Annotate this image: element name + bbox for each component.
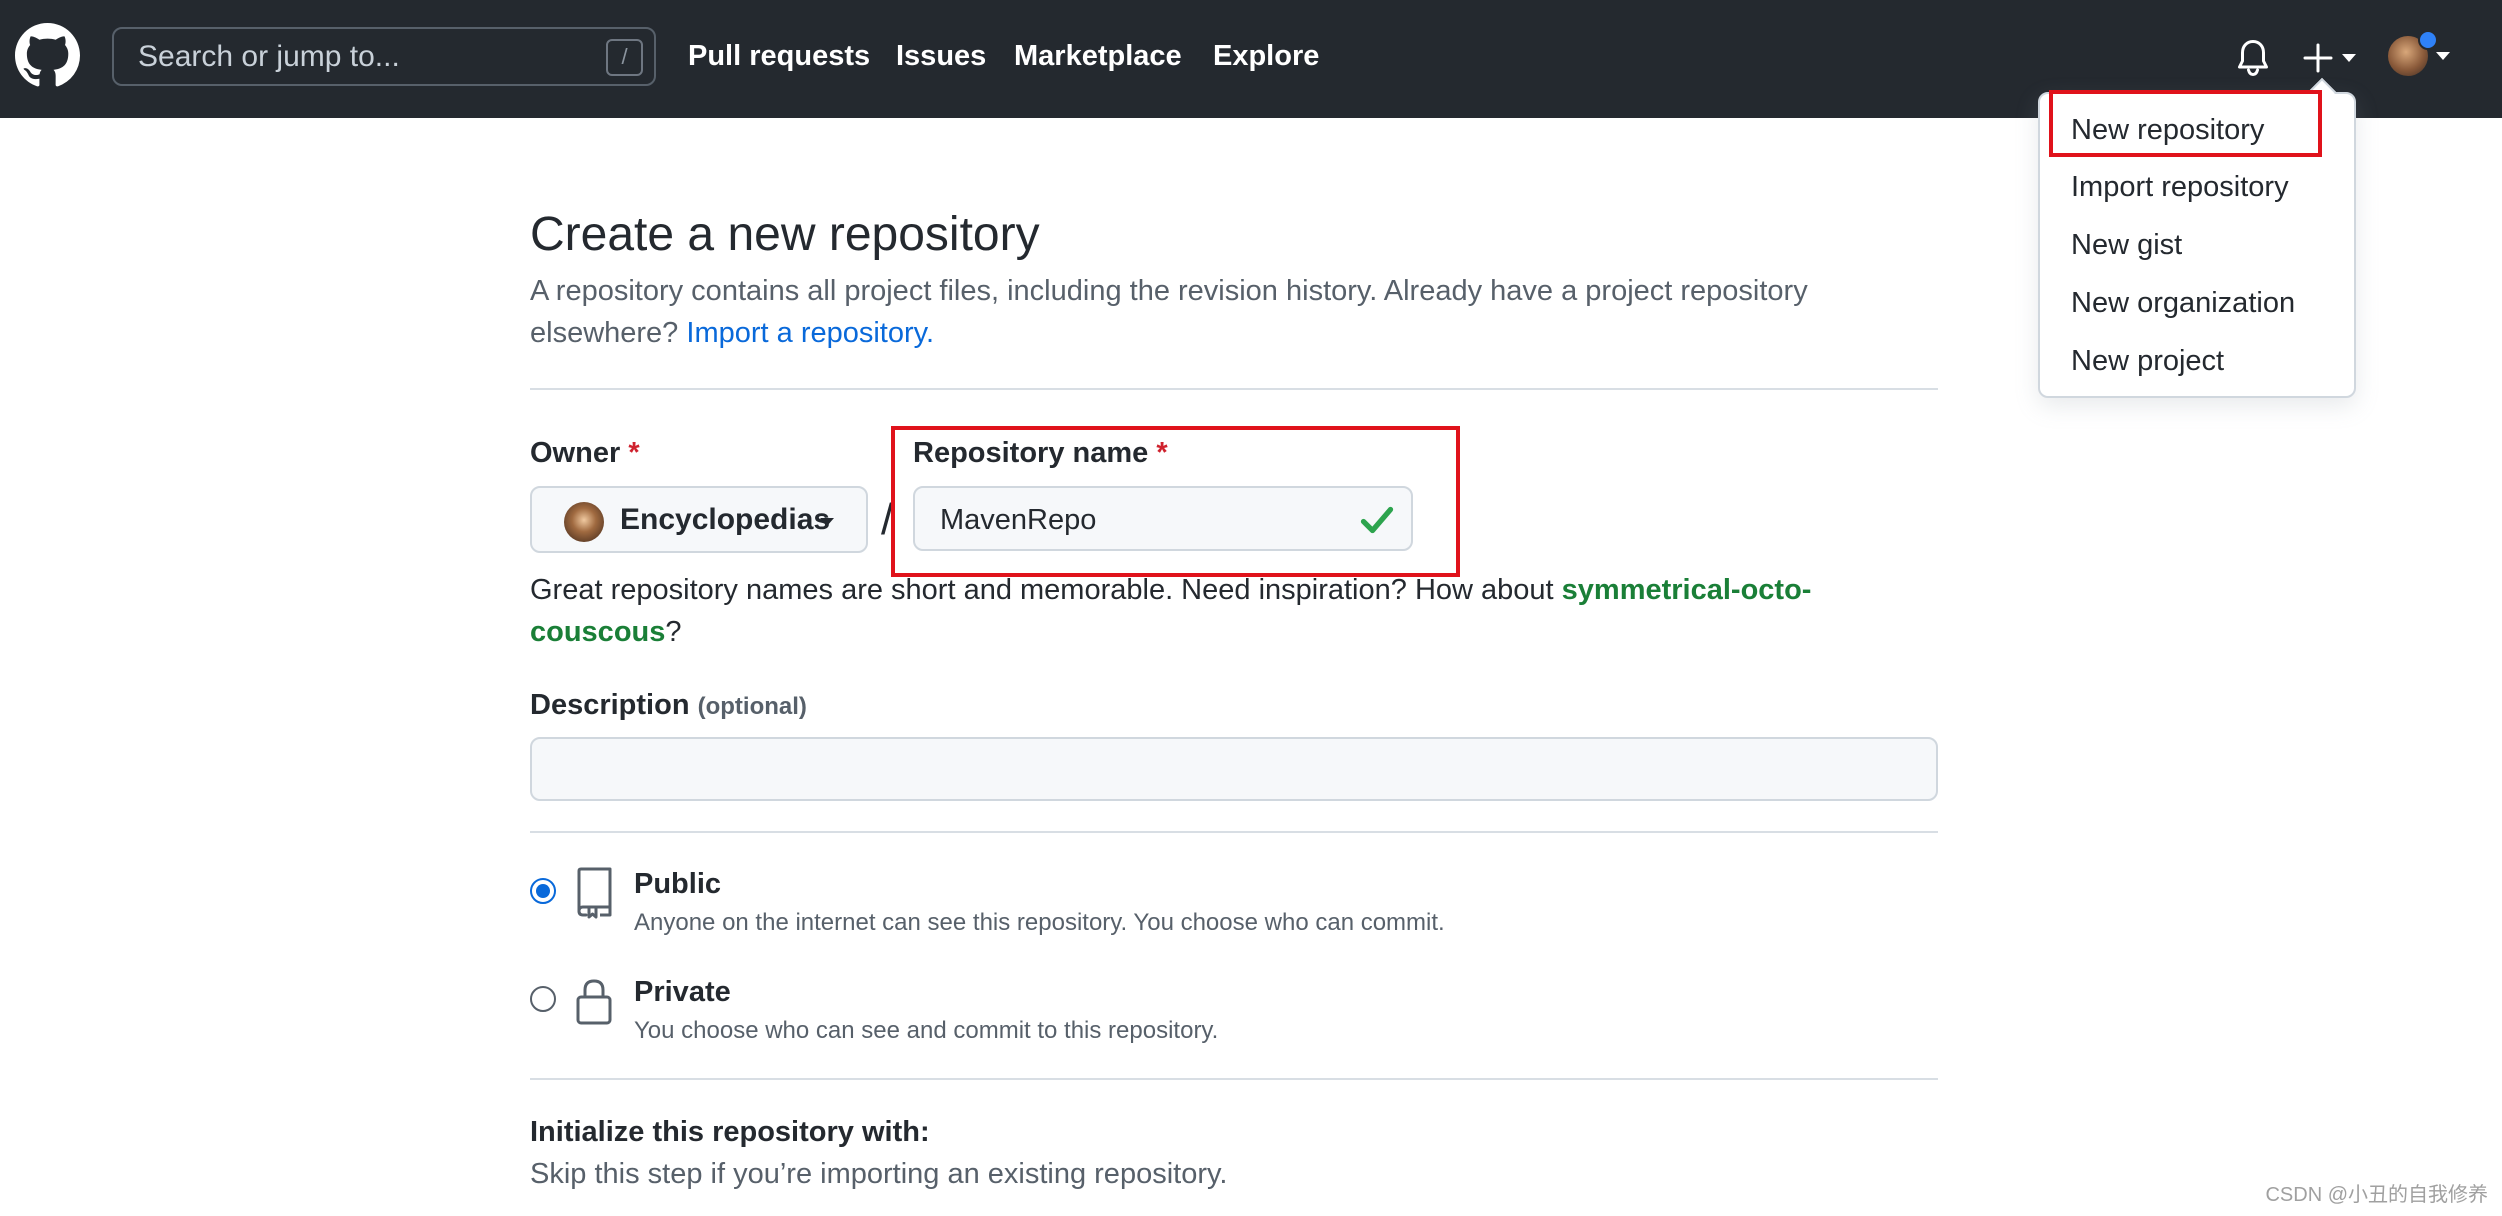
menu-item-new-organization[interactable]: New organization xyxy=(2071,283,2295,323)
import-repository-link[interactable]: Import a repository. xyxy=(686,317,934,349)
github-logo-icon[interactable] xyxy=(15,23,80,88)
notification-dot-icon xyxy=(2418,30,2438,50)
description-input[interactable] xyxy=(530,737,1938,801)
highlight-repo-name xyxy=(891,426,1460,577)
divider xyxy=(530,831,1938,833)
owner-value: Encyclopedias xyxy=(620,503,831,536)
hint-text: Great repository names are short and mem… xyxy=(530,574,1554,606)
visibility-public-title: Public xyxy=(634,868,722,900)
menu-item-import-repository[interactable]: Import repository xyxy=(2071,167,2289,207)
bell-icon[interactable] xyxy=(2235,38,2271,78)
visibility-private-desc: You choose who can see and commit to thi… xyxy=(634,1017,1219,1044)
highlight-new-repository xyxy=(2049,90,2322,157)
menu-item-new-gist[interactable]: New gist xyxy=(2071,225,2182,265)
owner-select[interactable]: Encyclopedias xyxy=(530,486,868,553)
page-subtitle: A repository contains all project files,… xyxy=(530,270,1940,354)
divider xyxy=(530,388,1938,390)
owner-label-text: Owner xyxy=(530,437,621,469)
description-label-text: Description xyxy=(530,689,690,721)
repo-name-hint: Great repository names are short and mem… xyxy=(530,569,1940,653)
user-menu-caret-icon[interactable] xyxy=(2436,52,2450,60)
description-label: Description (optional) xyxy=(530,685,807,727)
initialize-description: Skip this step if you’re importing an ex… xyxy=(530,1158,1228,1190)
lock-icon xyxy=(576,979,612,1025)
initialize-title: Initialize this repository with: xyxy=(530,1116,930,1148)
owner-avatar xyxy=(564,502,604,542)
owner-caret-icon xyxy=(820,518,834,526)
create-menu-caret-icon[interactable] xyxy=(2342,54,2356,62)
owner-label: Owner * xyxy=(530,433,640,473)
visibility-private-radio[interactable] xyxy=(530,986,556,1012)
repo-icon xyxy=(577,867,612,919)
nav-explore[interactable]: Explore xyxy=(1213,36,1319,76)
nav-marketplace[interactable]: Marketplace xyxy=(1014,36,1182,76)
plus-icon[interactable] xyxy=(2302,42,2334,74)
nav-issues[interactable]: Issues xyxy=(896,36,986,76)
watermark: CSDN @小丑的自我修养 xyxy=(2265,1184,2488,1206)
menu-item-new-project[interactable]: New project xyxy=(2071,341,2224,381)
visibility-public-desc: Anyone on the internet can see this repo… xyxy=(634,909,1445,936)
visibility-public-radio[interactable] xyxy=(530,878,556,904)
nav-pull-requests[interactable]: Pull requests xyxy=(688,36,870,76)
required-mark: * xyxy=(628,437,640,469)
search-input[interactable]: Search or jump to... / xyxy=(112,27,656,86)
divider xyxy=(530,1078,1938,1080)
page-title: Create a new repository xyxy=(530,208,1040,261)
search-placeholder: Search or jump to... xyxy=(138,40,400,73)
hint-suffix: ? xyxy=(665,616,682,648)
search-shortcut-key: / xyxy=(606,39,643,76)
visibility-private-title: Private xyxy=(634,976,731,1008)
optional-tag: (optional) xyxy=(697,693,807,720)
